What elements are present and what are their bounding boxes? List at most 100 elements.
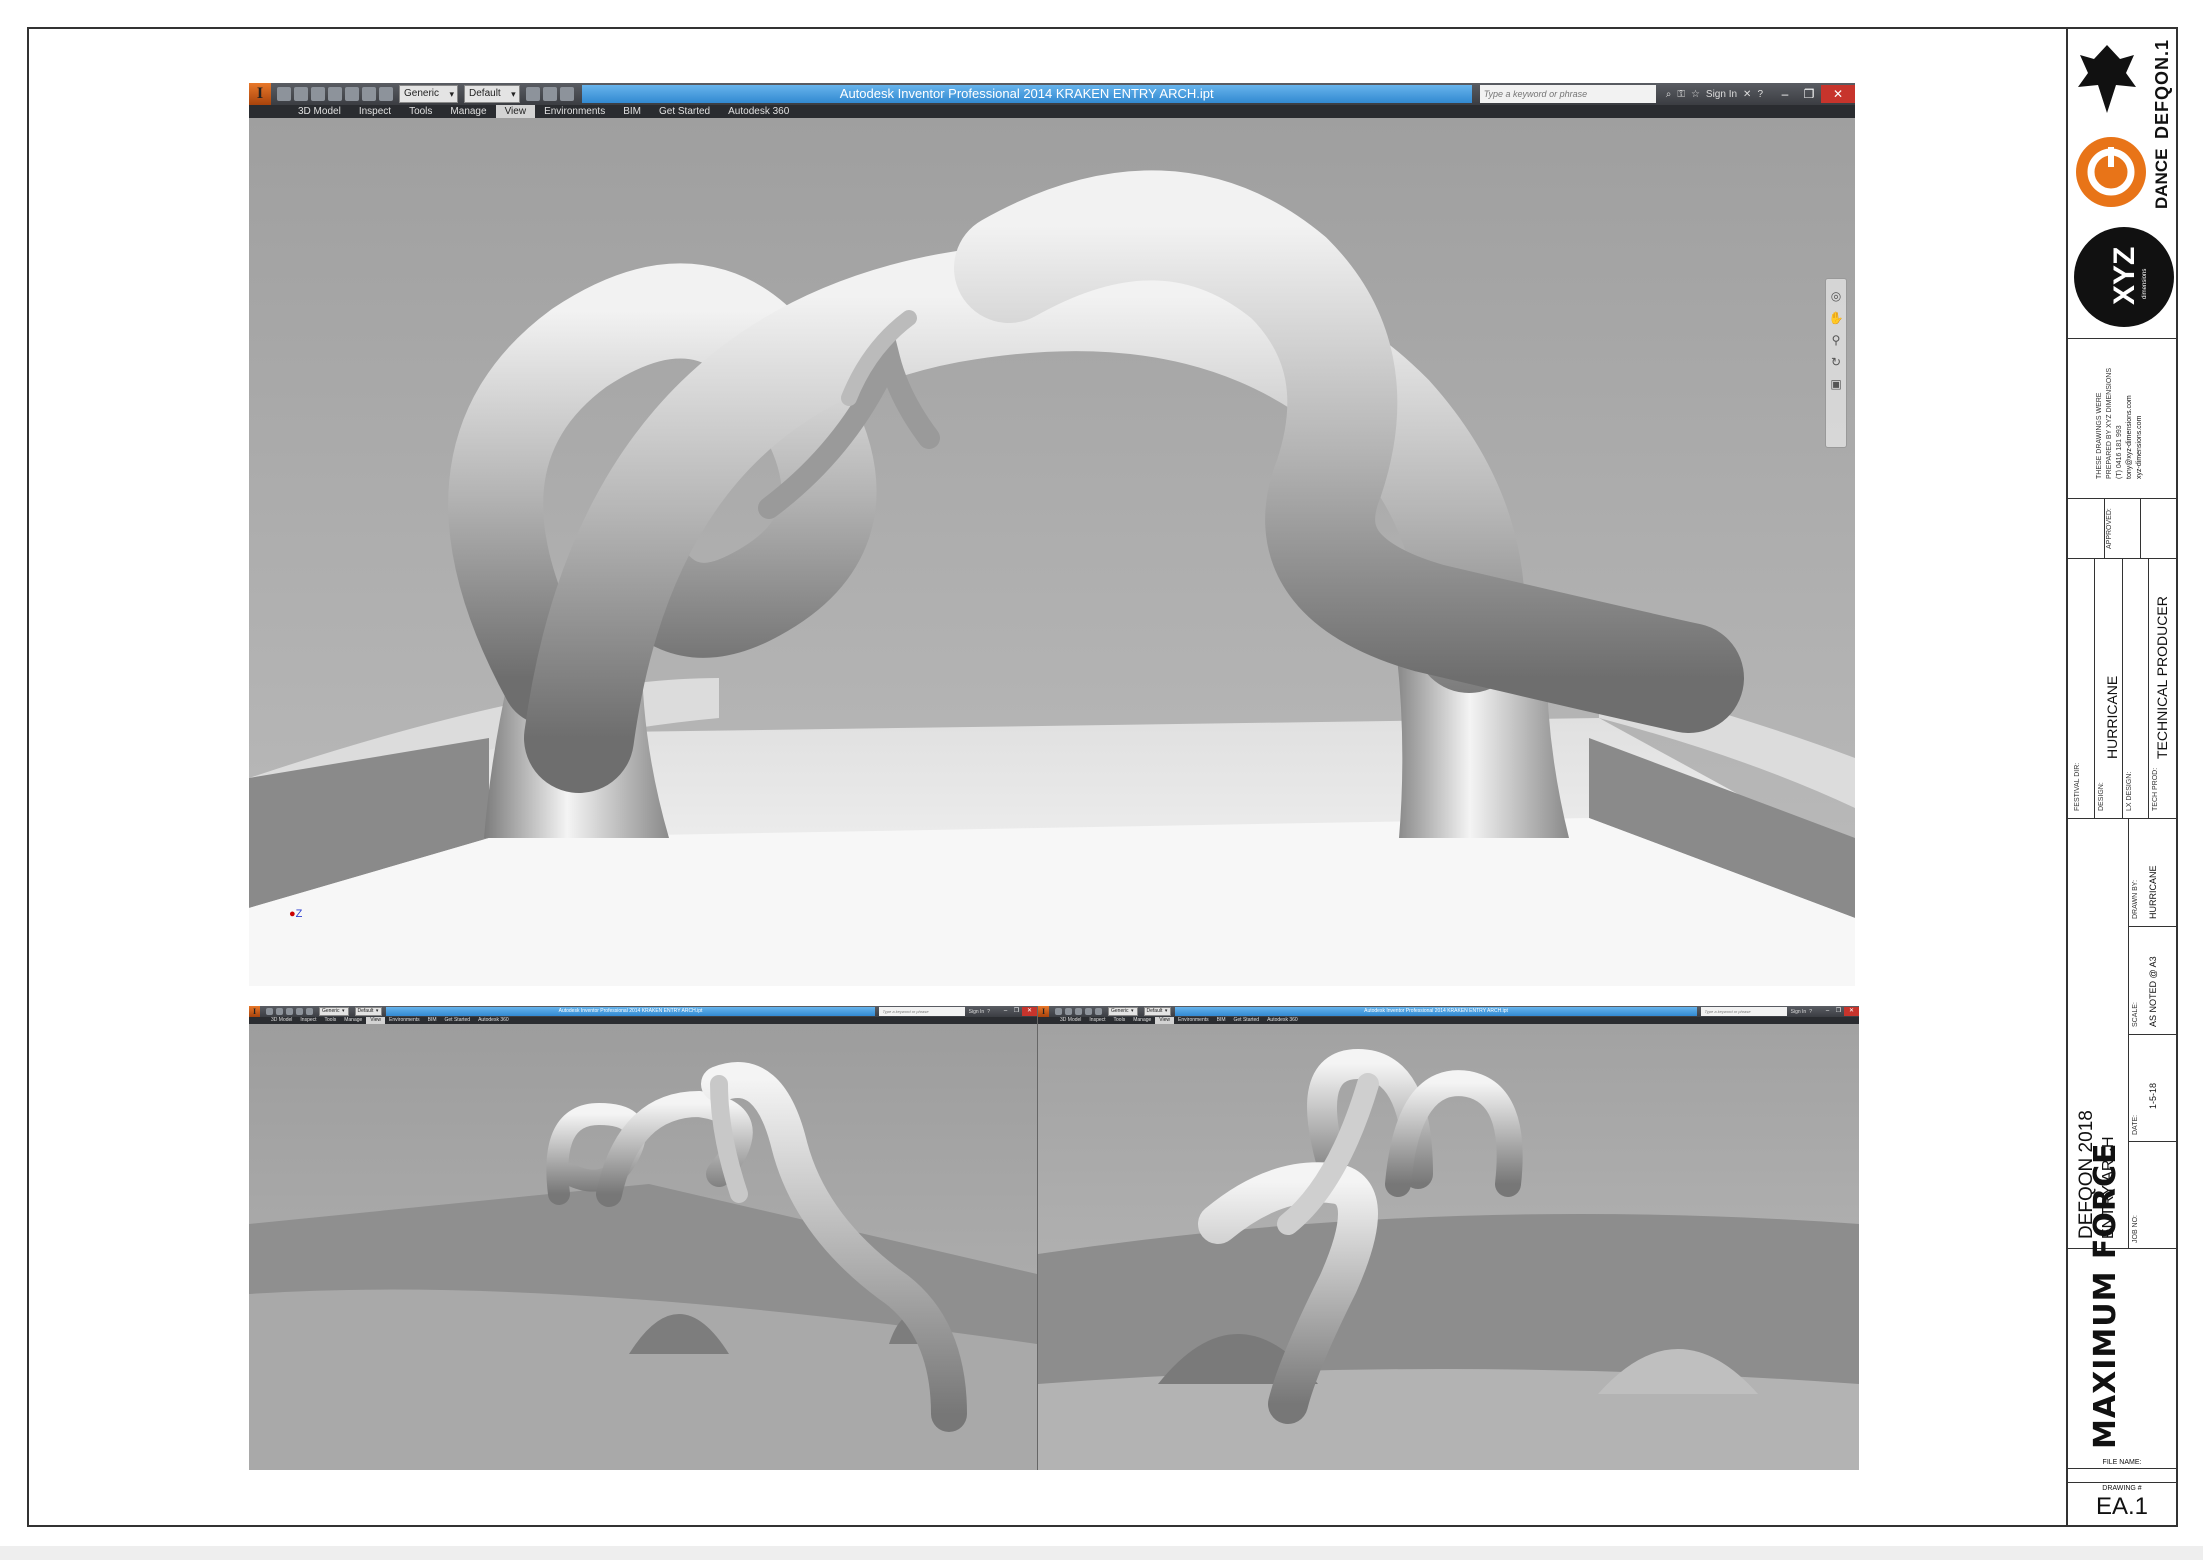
save-icon[interactable] — [1075, 1008, 1082, 1015]
design-label: DESIGN: — [2098, 782, 2105, 811]
graphics-viewport[interactable] — [249, 1024, 1037, 1470]
sign-in-button[interactable]: Sign In — [969, 1009, 985, 1015]
maximum-force-logo: MAXIMUM FORCE — [2088, 1142, 2123, 1449]
tab-tools[interactable]: Tools — [400, 105, 441, 118]
update-icon[interactable] — [379, 87, 393, 101]
tab-manage[interactable]: Manage — [441, 105, 495, 118]
look-at-icon[interactable]: ▣ — [1830, 377, 1841, 391]
material-dropdown[interactable]: Generic — [399, 85, 459, 103]
help-button[interactable]: ? — [1757, 89, 1763, 100]
sign-in-button[interactable]: Sign In — [1706, 89, 1737, 100]
minimize-button[interactable]: – — [1822, 1007, 1833, 1016]
axis-label: Z — [295, 908, 303, 920]
close-button[interactable]: ✕ — [1844, 1007, 1859, 1016]
help-search-input[interactable] — [1700, 1007, 1787, 1016]
tab-tools[interactable]: Tools — [321, 1017, 341, 1024]
dance-logo-icon — [2076, 137, 2146, 207]
steering-wheel-icon[interactable]: ◎ — [1831, 289, 1841, 303]
tab-get-started[interactable]: Get Started — [441, 1017, 475, 1024]
tab-3d-model[interactable]: 3D Model — [289, 105, 350, 118]
redo-icon[interactable] — [1095, 1008, 1102, 1015]
tab-autodesk-360[interactable]: Autodesk 360 — [474, 1017, 513, 1024]
tab-inspect[interactable]: Inspect — [350, 105, 400, 118]
tab-autodesk-360[interactable]: Autodesk 360 — [1263, 1017, 1302, 1024]
tab-manage[interactable]: Manage — [340, 1017, 366, 1024]
appearance-dropdown[interactable]: Default — [1143, 1007, 1172, 1016]
tab-view[interactable]: View — [1155, 1017, 1175, 1024]
save-icon[interactable] — [311, 87, 325, 101]
material-dropdown[interactable]: Generic — [1108, 1007, 1138, 1016]
defqon-logo-icon — [2076, 43, 2138, 115]
main-inventor-window: I Generic Default Autodesk Inventor Prof… — [249, 83, 1855, 986]
help-search-input[interactable] — [1479, 85, 1656, 103]
tab-bim[interactable]: BIM — [1213, 1017, 1230, 1024]
tab-view[interactable]: View — [366, 1017, 386, 1024]
drawn-by-value: HURRICANE — [2148, 865, 2158, 919]
key-icon[interactable]: ⚿ — [1677, 89, 1685, 100]
undo-icon[interactable] — [328, 87, 342, 101]
right-inventor-window: I Generic Default Autodesk Inventor Prof… — [1037, 1006, 1859, 1470]
sign-in-button[interactable]: Sign In — [1791, 1009, 1807, 1015]
tab-bim[interactable]: BIM — [614, 105, 650, 118]
application-menu-button[interactable]: I — [249, 1006, 260, 1017]
maximize-button[interactable]: ❐ — [1011, 1007, 1022, 1016]
tab-inspect[interactable]: Inspect — [1085, 1017, 1109, 1024]
new-icon[interactable] — [1055, 1008, 1062, 1015]
tab-view[interactable]: View — [495, 105, 536, 118]
tab-get-started[interactable]: Get Started — [650, 105, 719, 118]
orbit-icon[interactable]: ↻ — [1831, 355, 1841, 369]
maximize-button[interactable]: ❐ — [1797, 85, 1821, 103]
undo-icon[interactable] — [1085, 1008, 1092, 1015]
tab-manage[interactable]: Manage — [1129, 1017, 1155, 1024]
help-button[interactable]: ? — [987, 1009, 990, 1015]
tab-3d-model[interactable]: 3D Model — [1056, 1017, 1085, 1024]
close-button[interactable]: ✕ — [1821, 85, 1855, 103]
help-toolbar: Sign In ? — [969, 1009, 990, 1015]
open-icon[interactable] — [294, 87, 308, 101]
minimize-button[interactable]: – — [1000, 1007, 1011, 1016]
title-block: DEFQON.1 DANCE XYZ dimensions THESE DRAW… — [2066, 27, 2178, 1527]
prepared-by-line-1: THESE DRAWINGS WERE — [2096, 392, 2103, 479]
tab-environments[interactable]: Environments — [1174, 1017, 1213, 1024]
redo-icon[interactable] — [306, 1008, 313, 1015]
open-icon[interactable] — [276, 1008, 283, 1015]
close-button[interactable]: ✕ — [1022, 1007, 1037, 1016]
new-icon[interactable] — [266, 1008, 273, 1015]
color-icon[interactable] — [525, 87, 540, 101]
maximize-button[interactable]: ❐ — [1833, 1007, 1844, 1016]
application-menu-button[interactable]: I — [249, 83, 271, 105]
new-icon[interactable] — [277, 87, 291, 101]
pan-icon[interactable]: ✋ — [1829, 311, 1844, 325]
redo-icon[interactable] — [345, 87, 359, 101]
graphics-viewport[interactable] — [1038, 1024, 1859, 1470]
help-button[interactable]: ? — [1809, 1009, 1812, 1015]
undo-icon[interactable] — [296, 1008, 303, 1015]
star-icon[interactable]: ☆ — [1691, 89, 1700, 100]
open-icon[interactable] — [1065, 1008, 1072, 1015]
tab-environments[interactable]: Environments — [385, 1017, 424, 1024]
binoculars-icon[interactable]: ⌕ — [1666, 89, 1672, 100]
tab-bim[interactable]: BIM — [424, 1017, 441, 1024]
save-icon[interactable] — [286, 1008, 293, 1015]
appearance-dropdown[interactable]: Default — [464, 85, 520, 103]
zoom-icon[interactable]: ⚲ — [1832, 333, 1841, 347]
tab-autodesk-360[interactable]: Autodesk 360 — [719, 105, 798, 118]
minimize-button[interactable]: – — [1773, 85, 1797, 103]
tab-inspect[interactable]: Inspect — [296, 1017, 320, 1024]
drawing-no: EA.1 — [2095, 1493, 2149, 1520]
tab-environments[interactable]: Environments — [535, 105, 614, 118]
material-dropdown[interactable]: Generic — [319, 1007, 349, 1016]
tab-tools[interactable]: Tools — [1110, 1017, 1130, 1024]
exchange-icon[interactable]: ✕ — [1743, 89, 1751, 100]
graphics-viewport[interactable]: ◎ ✋ ⚲ ↻ ▣ ●Z — [249, 118, 1855, 986]
appearance-dropdown[interactable]: Default — [354, 1007, 383, 1016]
clear-appearance-icon[interactable] — [542, 87, 557, 101]
fx-icon[interactable] — [559, 87, 574, 101]
page-bottom-strip — [0, 1546, 2203, 1560]
tab-3d-model[interactable]: 3D Model — [267, 1017, 296, 1024]
application-menu-button[interactable]: I — [1038, 1006, 1049, 1017]
tab-get-started[interactable]: Get Started — [1230, 1017, 1264, 1024]
select-icon[interactable] — [362, 87, 376, 101]
appearance-tools — [525, 87, 574, 101]
help-search-input[interactable] — [878, 1007, 965, 1016]
